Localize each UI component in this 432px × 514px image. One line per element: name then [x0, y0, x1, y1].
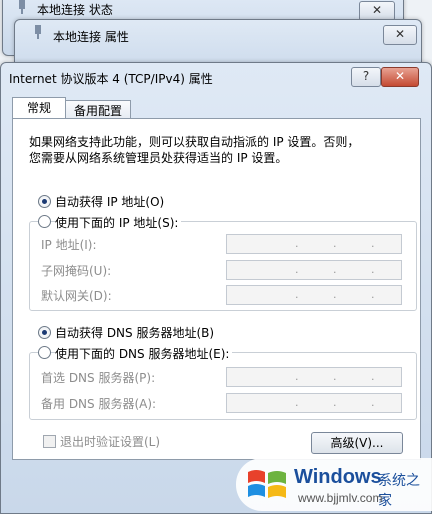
windows-logo-icon [246, 464, 288, 507]
close-button[interactable]: ✕ [359, 1, 395, 21]
close-button[interactable]: ✕ [383, 25, 417, 45]
network-adapter-icon [17, 0, 27, 14]
window-title: 本地连接 状态 [37, 3, 113, 17]
alternate-dns-label: 备用 DNS 服务器(A): [41, 397, 157, 411]
subnet-mask-label: 子网掩码(U): [41, 264, 112, 278]
general-tab-panel: 如果网络支持此功能，则可以获取自动指派的 IP 设置。否则， 您需要从网络系统管… [12, 118, 421, 460]
default-gateway-label: 默认网关(D): [41, 289, 112, 303]
close-button[interactable]: ✕ [381, 67, 419, 87]
watermark-cn: 系统之家 [378, 473, 420, 509]
ip-address-input[interactable]: ... [226, 234, 402, 254]
help-button[interactable]: ? [351, 67, 381, 87]
dns-manual-radio[interactable] [38, 346, 51, 359]
preferred-dns-input[interactable]: ... [226, 367, 402, 387]
description-line-1: 如果网络支持此功能，则可以获取自动指派的 IP 设置。否则， [29, 135, 360, 149]
watermark-url: www.bjjmlv.com [298, 491, 383, 505]
alternate-dns-input[interactable]: ... [226, 393, 402, 413]
validate-on-exit-checkbox[interactable] [43, 435, 56, 448]
network-adapter-icon [33, 25, 43, 39]
dns-manual-label[interactable]: 使用下面的 DNS 服务器地址(E): [55, 345, 233, 362]
ip-manual-label[interactable]: 使用下面的 IP 地址(S): [55, 214, 182, 231]
description-line-2: 您需要从网络系统管理员处获得适当的 IP 设置。 [29, 151, 288, 165]
dialog-title: Internet 协议版本 4 (TCP/IPv4) 属性 [9, 72, 213, 86]
ip-manual-radio[interactable] [38, 215, 51, 228]
dns-auto-radio[interactable] [38, 326, 51, 339]
ip-auto-radio[interactable] [38, 195, 51, 208]
validate-on-exit-label[interactable]: 退出时验证设置(L) [60, 433, 160, 450]
ip-auto-label[interactable]: 自动获得 IP 地址(O) [55, 193, 164, 210]
advanced-button[interactable]: 高级(V)... [311, 432, 403, 454]
subnet-mask-input[interactable]: ... [226, 260, 402, 280]
preferred-dns-label: 首选 DNS 服务器(P): [41, 371, 156, 385]
ip-address-label: IP 地址(I): [41, 238, 97, 252]
default-gateway-input[interactable]: ... [226, 285, 402, 305]
dns-auto-label[interactable]: 自动获得 DNS 服务器地址(B) [55, 324, 214, 341]
watermark-brand: Windows [294, 466, 382, 488]
watermark: Windows 系统之家 www.bjjmlv.com [236, 458, 432, 511]
tab-general[interactable]: 常规 [12, 97, 66, 120]
window-title: 本地连接 属性 [53, 30, 129, 44]
